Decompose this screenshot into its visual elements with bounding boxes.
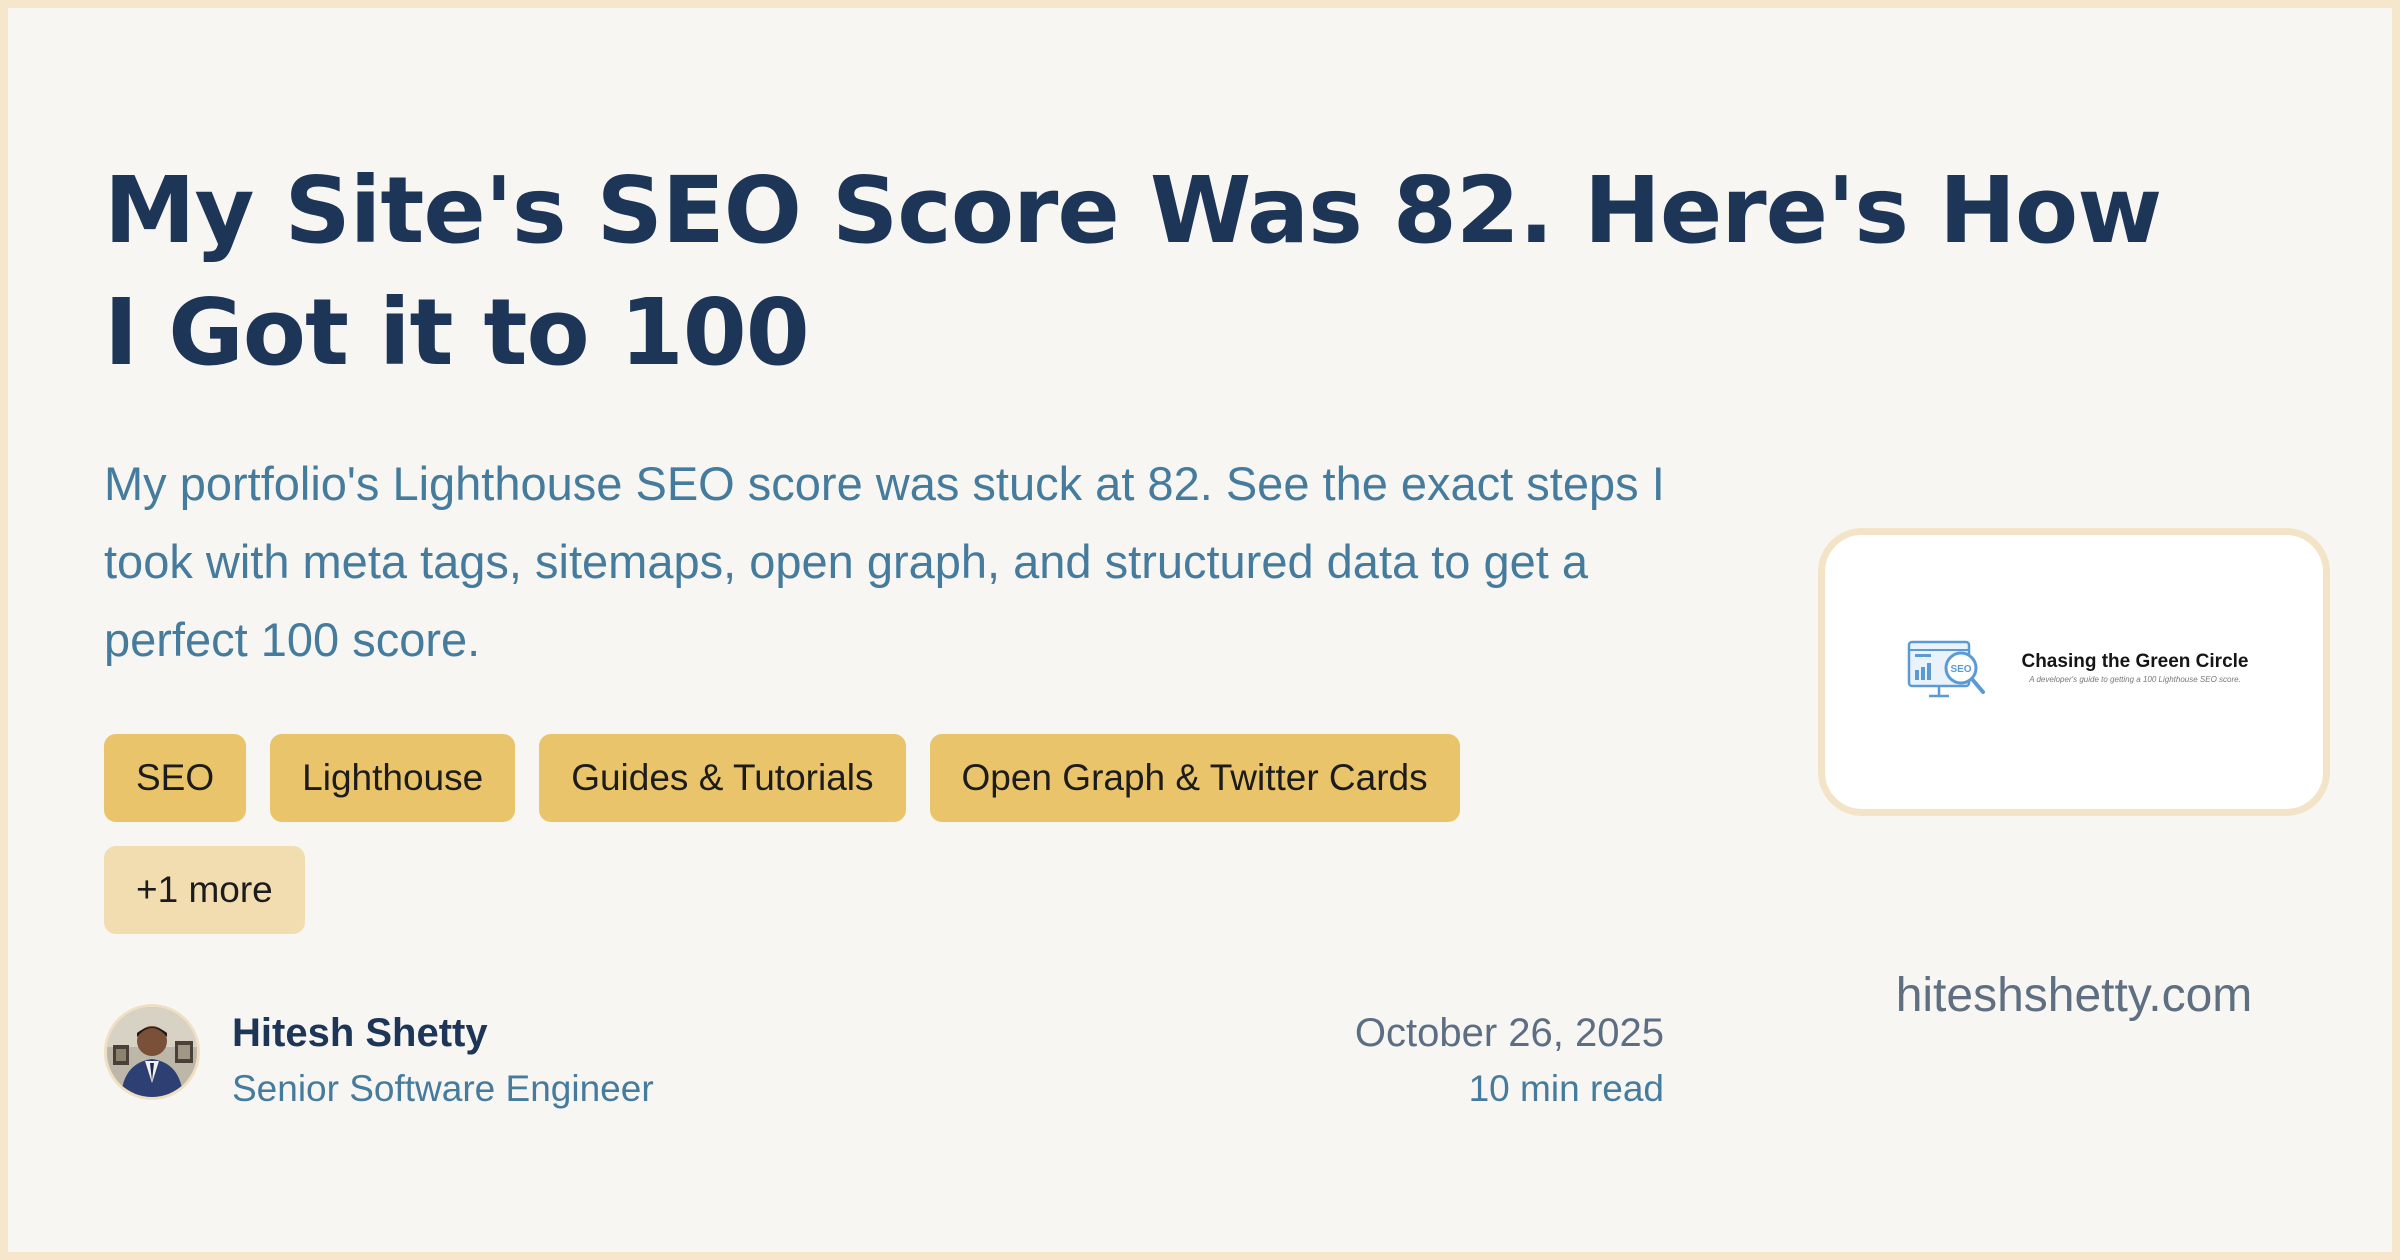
seo-icon-label: SEO [1950, 664, 1971, 675]
author-name: Hitesh Shetty [232, 1011, 488, 1055]
cover-subtitle: A developer's guide to getting a 100 Lig… [2029, 675, 2241, 684]
post-description: My portfolio's Lighthouse SEO score was … [104, 457, 1665, 666]
cover-image: SEO Chasing the Green Circle A developer… [1818, 528, 2330, 816]
author-role: Senior Software Engineer [232, 1068, 654, 1109]
avatar [104, 1004, 200, 1100]
post-title: My Site's SEO Score Was 82. Here's How I… [104, 157, 2162, 386]
person-photo-icon [107, 1007, 197, 1097]
more-tags-button[interactable]: +1 more [104, 846, 305, 934]
author-meta: Hitesh Shetty Senior Software Engineer O… [104, 1004, 1664, 1114]
post-date: October 26, 2025 [1354, 1011, 1664, 1055]
tag-list: SEO Lighthouse Guides & Tutorials Open G… [104, 734, 1684, 934]
cover-title: Chasing the Green Circle [2021, 651, 2249, 672]
tag-lighthouse[interactable]: Lighthouse [270, 734, 516, 822]
site-domain[interactable]: hiteshshetty.com [1818, 964, 2330, 1028]
og-card: My Site's SEO Score Was 82. Here's How I… [8, 8, 2392, 1252]
seo-monitor-magnifier-icon: SEO [1907, 640, 1985, 698]
tag-seo[interactable]: SEO [104, 734, 247, 822]
tag-open-graph-twitter-cards[interactable]: Open Graph & Twitter Cards [929, 734, 1460, 822]
read-time: 10 min read [1468, 1068, 1664, 1109]
tag-guides-tutorials[interactable]: Guides & Tutorials [539, 734, 906, 822]
